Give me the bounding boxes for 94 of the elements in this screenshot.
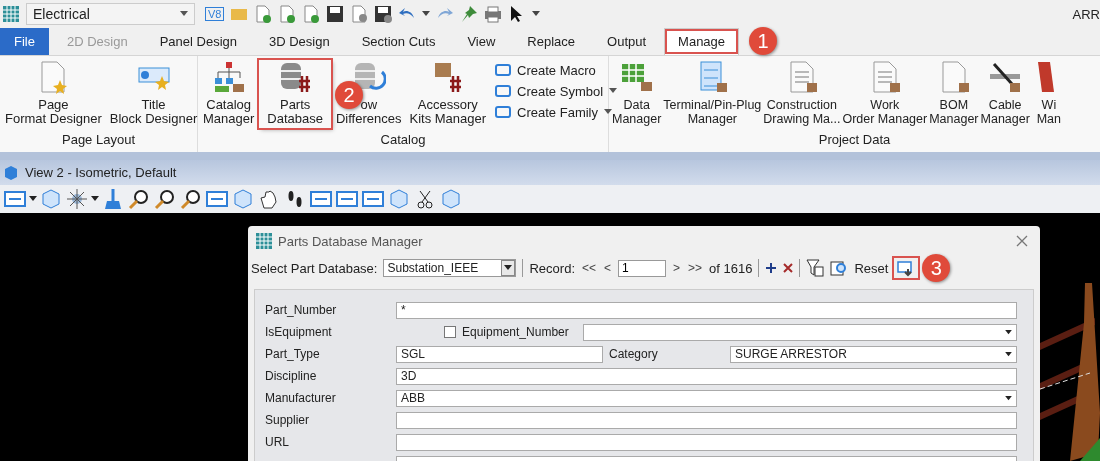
field-label: Record: [529, 260, 575, 276]
caret-icon [504, 265, 513, 271]
field-label: Discipline [265, 369, 318, 383]
save-icon[interactable] [326, 5, 345, 23]
app-grid-icon [256, 233, 272, 249]
caret-icon[interactable] [29, 196, 37, 202]
record-count: of 1616 [709, 260, 753, 276]
workspace-dropdown[interactable]: Electrical [26, 3, 195, 25]
ribbon-button[interactable]: Accessory Kits Manager [406, 60, 490, 128]
printer-icon[interactable] [484, 5, 503, 23]
ribbon-tab[interactable]: View [453, 28, 510, 55]
group-label: Catalog [379, 132, 427, 149]
input-field[interactable]: * [396, 301, 1017, 319]
delete-icon[interactable] [783, 263, 794, 273]
checkbox[interactable] [444, 326, 456, 338]
ribbon-button[interactable]: Parts Database [259, 60, 331, 128]
ribbon-button[interactable]: Terminal/Pin-Plug Manager [662, 60, 763, 128]
caret-icon [1005, 329, 1012, 335]
group-label: Page Layout [61, 132, 136, 149]
cable-icon [988, 60, 1023, 94]
hand-icon[interactable] [258, 188, 280, 210]
scissors-icon[interactable] [414, 188, 436, 210]
app-grid-icon[interactable] [2, 5, 20, 23]
add-file-icon[interactable] [278, 5, 297, 23]
field-label: IsEquipment [265, 325, 333, 339]
zoom-out-icon[interactable] [154, 188, 176, 210]
search-icon[interactable] [830, 259, 849, 277]
close-button[interactable] [1014, 233, 1030, 249]
first-record-button[interactable]: << [581, 261, 597, 275]
input-field[interactable]: 3D [396, 367, 1017, 385]
caret-icon [180, 11, 188, 17]
zoom-in-icon[interactable] [128, 188, 150, 210]
ribbon-tab[interactable]: Manage [664, 28, 740, 55]
add-file-icon[interactable] [302, 5, 321, 23]
save-settings-icon[interactable] [374, 5, 393, 23]
sun-icon[interactable] [66, 188, 88, 210]
view-title: View 2 - Isometric, Default [25, 165, 177, 180]
caret-icon[interactable] [91, 196, 99, 202]
file-tab[interactable]: File [0, 28, 49, 55]
ribbon-tab[interactable]: Panel Design [145, 28, 251, 55]
ribbon-tab[interactable]: Section Cuts [347, 28, 450, 55]
reset-button[interactable]: Reset [854, 260, 889, 276]
step-badge: 3 [922, 254, 951, 282]
previous-record-button[interactable]: < [603, 261, 613, 275]
view-window-icon[interactable] [362, 188, 384, 210]
dropdown-field[interactable]: ABB [396, 389, 1017, 407]
database-icon [278, 60, 313, 94]
field-label: Equipment_Number [461, 325, 570, 339]
filter-icon[interactable] [806, 259, 825, 277]
field-label: Part_Type [265, 347, 321, 361]
export-icon[interactable] [894, 258, 919, 278]
ribbon-button[interactable]: BOM Manager [928, 60, 980, 128]
new-file-icon[interactable] [254, 5, 273, 23]
caret-icon [1005, 351, 1012, 357]
dropdown-field[interactable] [583, 323, 1017, 341]
field-label: Supplier [265, 413, 311, 427]
ribbon-tab[interactable]: 3D Design [255, 28, 344, 55]
ribbon-button[interactable]: Wi Man [1030, 60, 1067, 128]
ribbon-button[interactable]: Catalog Manager [200, 60, 258, 128]
database-dropdown[interactable]: Substation_IEEE [383, 259, 517, 277]
brush-icon[interactable] [102, 188, 124, 210]
ribbon-button[interactable]: Cable Manager [979, 60, 1031, 128]
dialog-title: Parts Database Manager [278, 233, 423, 249]
input-field[interactable]: SGL [396, 345, 603, 363]
caret-icon[interactable] [422, 11, 431, 17]
file-settings-icon[interactable] [350, 5, 369, 23]
ribbon-button[interactable]: Construction Drawing Ma... [762, 60, 842, 128]
window-icon[interactable] [4, 188, 26, 210]
field-label: Category [608, 347, 659, 361]
last-record-button[interactable]: >> [687, 261, 704, 275]
ribbon-button[interactable]: Title Block Designer [106, 60, 201, 128]
version-badge[interactable]: V8 [205, 7, 225, 21]
dropdown-field[interactable]: SURGE ARRESTOR [730, 345, 1017, 363]
ribbon-button[interactable]: Work Order Manager [841, 60, 929, 128]
ribbon-button[interactable]: Page Format Designer [2, 60, 105, 128]
next-record-button[interactable]: > [672, 261, 682, 275]
record-field[interactable]: 1 [618, 259, 667, 277]
field-label: URL [265, 435, 290, 449]
field-label: Select Part Database: [251, 260, 378, 276]
field-label: Part_Number [265, 303, 338, 317]
group-label: Project Data [817, 132, 892, 149]
cube-icon [3, 164, 19, 181]
add-icon[interactable] [765, 262, 778, 274]
input-field[interactable] [396, 433, 1017, 451]
zoom-area-icon[interactable] [180, 188, 202, 210]
ribbon-tab[interactable]: Output [593, 28, 661, 55]
window-title: ARR [1072, 6, 1100, 22]
ribbon-button[interactable]: Create Symbol [495, 83, 618, 99]
caret-icon [1005, 395, 1012, 401]
ribbon-tab[interactable]: Replace [513, 28, 590, 55]
caret-icon[interactable] [532, 11, 541, 17]
input-field[interactable] [396, 411, 1017, 429]
step-badge: 1 [749, 27, 778, 55]
field-label: Manufacturer [265, 391, 337, 405]
